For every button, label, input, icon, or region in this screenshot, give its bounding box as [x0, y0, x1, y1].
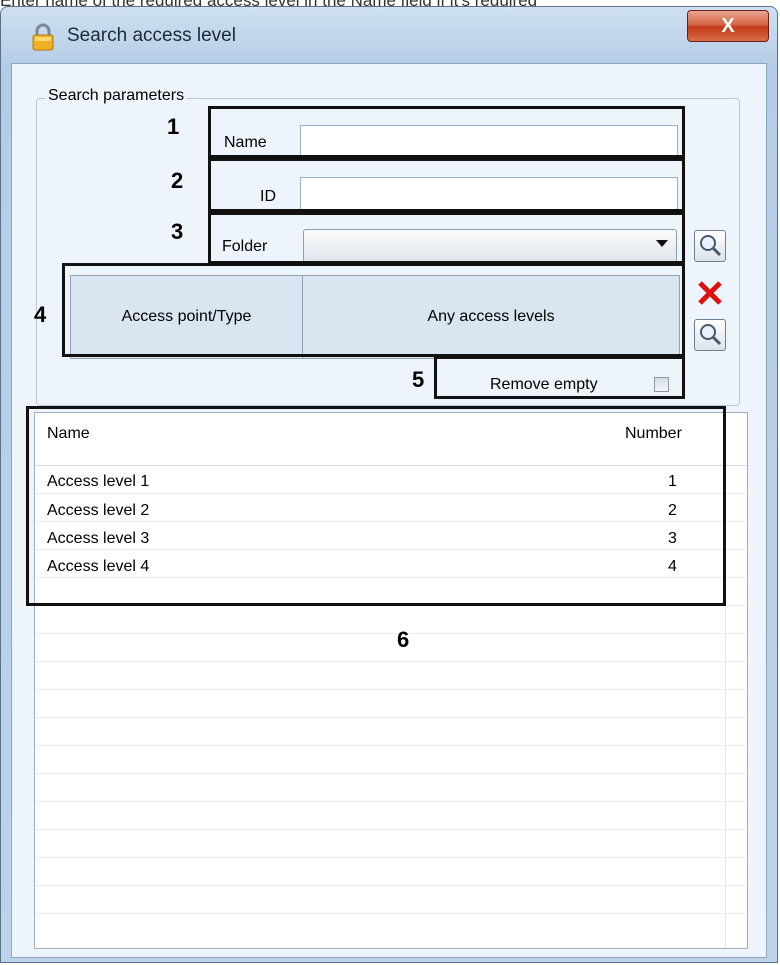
- window-title: Search access level: [67, 25, 236, 46]
- row-divider: [35, 745, 747, 746]
- search-parameters-label: Search parameters: [45, 87, 188, 105]
- annotation-number-6: 6: [397, 627, 410, 652]
- annotation-box-5: [434, 356, 685, 399]
- clear-access-point-button[interactable]: [694, 277, 726, 309]
- annotation-number-5: 5: [412, 367, 425, 392]
- annotation-box-6: [26, 406, 726, 606]
- annotation-number-1: 1: [167, 114, 180, 139]
- annotation-box-4: [62, 263, 685, 357]
- row-divider: [35, 829, 747, 830]
- row-divider: [35, 717, 747, 718]
- magnifier-icon: [700, 235, 722, 257]
- lock-icon: [31, 23, 55, 51]
- annotation-number-2: 2: [171, 168, 184, 193]
- row-divider: [35, 661, 747, 662]
- magnifier-icon: [700, 324, 722, 346]
- annotation-box-1: [208, 106, 685, 158]
- folder-search-button[interactable]: [694, 230, 726, 262]
- access-point-search-button[interactable]: [694, 319, 726, 351]
- red-x-icon: [698, 281, 722, 305]
- row-divider: [35, 913, 747, 914]
- annotation-box-2: [208, 158, 685, 212]
- row-divider: [35, 633, 747, 634]
- row-divider: [35, 689, 747, 690]
- title-bar: Search access level X: [1, 7, 777, 63]
- row-divider: [35, 885, 747, 886]
- annotation-number-4: 4: [34, 302, 47, 327]
- close-button[interactable]: X: [687, 10, 769, 42]
- row-divider: [35, 773, 747, 774]
- row-divider: [35, 801, 747, 802]
- annotation-number-3: 3: [171, 219, 184, 244]
- annotation-box-3: [208, 212, 685, 264]
- row-divider: [35, 857, 747, 858]
